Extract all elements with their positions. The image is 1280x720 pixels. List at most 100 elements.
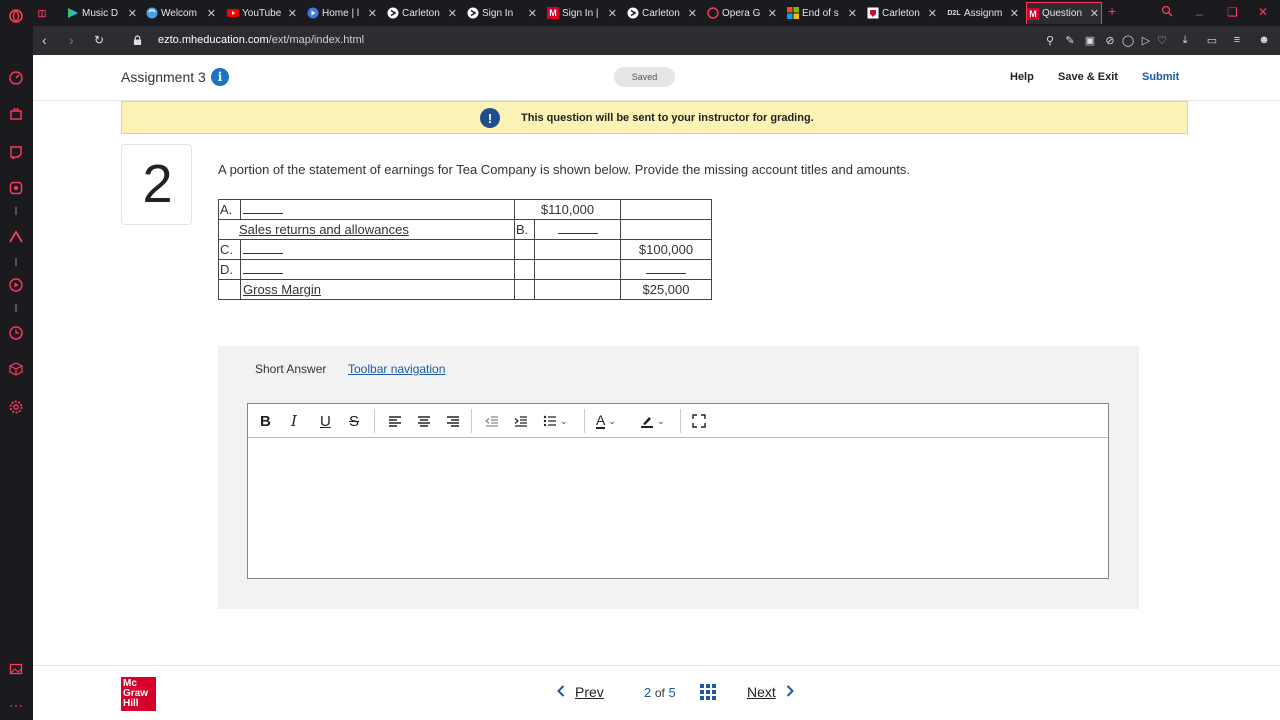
- tab-carleton-2[interactable]: Carleton ✕: [627, 2, 699, 24]
- info-icon[interactable]: i: [211, 68, 229, 86]
- close-tab-icon[interactable]: ✕: [1010, 7, 1019, 20]
- settings-gear-icon[interactable]: [8, 399, 24, 415]
- outdent-icon[interactable]: [485, 412, 499, 430]
- align-right-icon[interactable]: [446, 412, 460, 430]
- zoom-search-icon[interactable]: ⚲: [1043, 33, 1057, 47]
- close-tab-icon[interactable]: ✕: [448, 7, 457, 20]
- rich-text-editor: B I U S ⌄ A ⌄ ⌄: [247, 403, 1109, 579]
- highlight-color-dropdown[interactable]: ⌄: [640, 412, 665, 430]
- table-row: Gross Margin $25,000: [218, 279, 712, 300]
- vpn-shield-icon[interactable]: ◯: [1121, 33, 1135, 47]
- tab-welcome[interactable]: Welcom ✕: [146, 2, 218, 24]
- account-title-cell: Gross Margin: [240, 279, 515, 300]
- browser-sidebar: ⋯: [0, 0, 33, 720]
- bold-button[interactable]: B: [260, 412, 271, 430]
- camera-icon[interactable]: ▣: [1083, 33, 1097, 47]
- close-tab-icon[interactable]: ✕: [928, 7, 937, 20]
- prev-button[interactable]: Prev: [557, 684, 604, 700]
- tab-assignment[interactable]: D2L Assignm ✕: [947, 2, 1021, 24]
- tab-sign-in-2[interactable]: M Sign In | ✕: [547, 2, 619, 24]
- submit-link[interactable]: Submit: [1142, 71, 1179, 83]
- tab-carleton-3[interactable]: Carleton ✕: [867, 2, 939, 24]
- indent-icon[interactable]: [514, 412, 528, 430]
- block-icon[interactable]: ⊘: [1103, 33, 1117, 47]
- shopping-bag-icon[interactable]: [8, 105, 24, 121]
- toolbar-navigation-link[interactable]: Toolbar navigation: [348, 362, 445, 376]
- youtube-icon: [227, 7, 239, 19]
- address-bar: ‹ › ↻ ezto.mheducation.com/ext/map/index…: [33, 26, 1280, 55]
- close-tab-icon[interactable]: ✕: [128, 7, 137, 20]
- empty-cell: [514, 279, 535, 300]
- tab-opera-gx[interactable]: Opera G ✕: [707, 2, 779, 24]
- tab-youtube[interactable]: YouTube ✕: [227, 2, 299, 24]
- mcgraw-hill-logo: Mc Graw Hill: [121, 677, 156, 711]
- forward-icon[interactable]: ›: [69, 32, 74, 48]
- heart-icon[interactable]: ♡: [1155, 33, 1169, 47]
- help-link[interactable]: Help: [1010, 71, 1034, 83]
- font-color-dropdown[interactable]: A ⌄: [596, 412, 616, 430]
- tab-home[interactable]: Home | l ✕: [307, 2, 379, 24]
- speed-dial-icon[interactable]: [8, 70, 24, 86]
- messenger-icon[interactable]: [8, 180, 24, 196]
- close-tab-icon[interactable]: ✕: [688, 7, 697, 20]
- next-button[interactable]: Next: [747, 684, 794, 700]
- tab-music[interactable]: Music D ✕: [67, 2, 139, 24]
- strikethrough-button[interactable]: S: [349, 412, 359, 430]
- question-grid-icon[interactable]: [700, 684, 716, 700]
- edit-icon[interactable]: ✎: [1063, 33, 1077, 47]
- answer-text-area[interactable]: [248, 439, 1108, 578]
- underline-button[interactable]: U: [320, 412, 331, 430]
- row-label: C.: [218, 239, 241, 260]
- tab-bag-icon[interactable]: ◫: [36, 2, 58, 24]
- italic-button[interactable]: I: [291, 412, 297, 430]
- minimize-icon[interactable]: _: [1196, 2, 1203, 16]
- bullet-list-dropdown[interactable]: ⌄: [543, 412, 568, 430]
- sidebar-separator: [15, 258, 17, 266]
- close-tab-icon[interactable]: ✕: [288, 7, 297, 20]
- align-center-icon[interactable]: [417, 412, 431, 430]
- reload-icon[interactable]: ↻: [94, 33, 104, 47]
- exclamation-icon: !: [480, 108, 500, 128]
- close-window-icon[interactable]: ✕: [1258, 5, 1268, 19]
- twitch-icon[interactable]: [8, 144, 24, 160]
- account-icon[interactable]: ☻: [1257, 33, 1271, 47]
- toolbar-separator: [680, 409, 681, 433]
- tab-carleton-1[interactable]: Carleton ✕: [387, 2, 459, 24]
- align-left-icon[interactable]: [388, 412, 402, 430]
- chevron-left-icon: [557, 684, 565, 700]
- send-icon[interactable]: ▷: [1139, 33, 1153, 47]
- history-clock-icon[interactable]: [8, 325, 24, 341]
- tab-sign-in-1[interactable]: Sign In ✕: [467, 2, 539, 24]
- gx-corner-icon[interactable]: [8, 229, 24, 245]
- chevron-down-icon: ⌄: [657, 415, 665, 426]
- opera-logo-icon[interactable]: [8, 8, 24, 24]
- close-tab-icon[interactable]: ✕: [608, 7, 617, 20]
- extensions-cube-icon[interactable]: [8, 361, 24, 377]
- save-exit-link[interactable]: Save & Exit: [1058, 71, 1118, 83]
- close-tab-icon[interactable]: ✕: [528, 7, 537, 20]
- close-tab-icon[interactable]: ✕: [1090, 7, 1099, 20]
- menu-lines-icon[interactable]: ≡: [1230, 33, 1244, 47]
- search-tabs-icon[interactable]: [1161, 5, 1173, 20]
- close-tab-icon[interactable]: ✕: [768, 7, 777, 20]
- lock-icon[interactable]: [133, 33, 142, 49]
- editor-toolbar: B I U S ⌄ A ⌄ ⌄: [248, 404, 1108, 438]
- player-icon[interactable]: [8, 277, 24, 293]
- restore-icon[interactable]: ❏: [1227, 5, 1238, 19]
- answer-type-label: Short Answer: [255, 362, 327, 376]
- download-icon[interactable]: ⤓: [1178, 33, 1192, 47]
- gallery-icon[interactable]: [8, 661, 24, 677]
- close-tab-icon[interactable]: ✕: [207, 7, 216, 20]
- battery-icon[interactable]: ▭: [1205, 33, 1219, 47]
- empty-cell: [218, 279, 241, 300]
- close-tab-icon[interactable]: ✕: [368, 7, 377, 20]
- more-dots-icon[interactable]: ⋯: [8, 697, 24, 713]
- new-tab-plus-icon[interactable]: +: [1108, 3, 1116, 19]
- grading-notice-banner: ! This question will be sent to your ins…: [121, 101, 1188, 134]
- fullscreen-icon[interactable]: [692, 412, 706, 430]
- tab-end-of[interactable]: End of s ✕: [787, 2, 859, 24]
- close-tab-icon[interactable]: ✕: [848, 7, 857, 20]
- back-icon[interactable]: ‹: [42, 32, 47, 48]
- tab-question-active[interactable]: M Question ✕: [1026, 2, 1102, 24]
- url-field[interactable]: ezto.mheducation.com/ext/map/index.html: [158, 34, 364, 46]
